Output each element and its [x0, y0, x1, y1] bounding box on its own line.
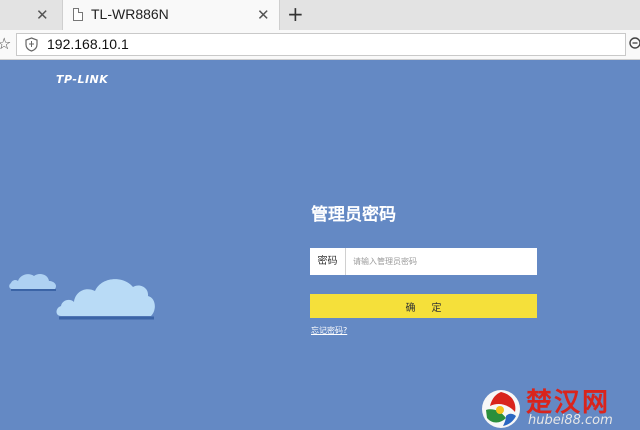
page-icon: [73, 8, 83, 21]
cloud-large: [56, 279, 155, 320]
confirm-button[interactable]: 确定: [310, 294, 537, 318]
password-row: 密码: [310, 248, 537, 275]
tab-previous[interactable]: ✕: [0, 0, 62, 30]
tab-title: TL-WR886N: [91, 6, 169, 22]
password-label: 密码: [310, 248, 346, 275]
zoom-icon[interactable]: [626, 36, 640, 52]
forgot-password-link[interactable]: 忘记密码?: [311, 325, 347, 336]
shield-icon[interactable]: [25, 37, 38, 52]
tab-active[interactable]: TL-WR886N ✕: [62, 0, 280, 30]
star-icon[interactable]: ☆: [0, 34, 11, 53]
close-icon[interactable]: ✕: [36, 6, 49, 24]
tab-bar: ✕ TL-WR886N ✕ +: [0, 0, 640, 30]
plus-icon[interactable]: +: [287, 2, 304, 26]
page-title: 管理员密码: [311, 205, 396, 225]
brand-logo: TP-LINK: [56, 73, 109, 86]
url-text[interactable]: 192.168.10.1: [47, 36, 129, 52]
page-content: TP-LINK 管理员密码 密码 确定 忘记密码? 楚汉网 hubei88.co…: [0, 60, 640, 430]
close-icon[interactable]: ✕: [257, 6, 270, 24]
watermark-emblem-icon: [482, 390, 520, 428]
watermark-subtitle: hubei88.com: [528, 413, 613, 428]
password-input[interactable]: [347, 248, 537, 275]
address-bar: ☆ 192.168.10.1: [0, 30, 640, 60]
cloud-small: [9, 273, 57, 291]
url-field[interactable]: 192.168.10.1: [16, 33, 626, 56]
